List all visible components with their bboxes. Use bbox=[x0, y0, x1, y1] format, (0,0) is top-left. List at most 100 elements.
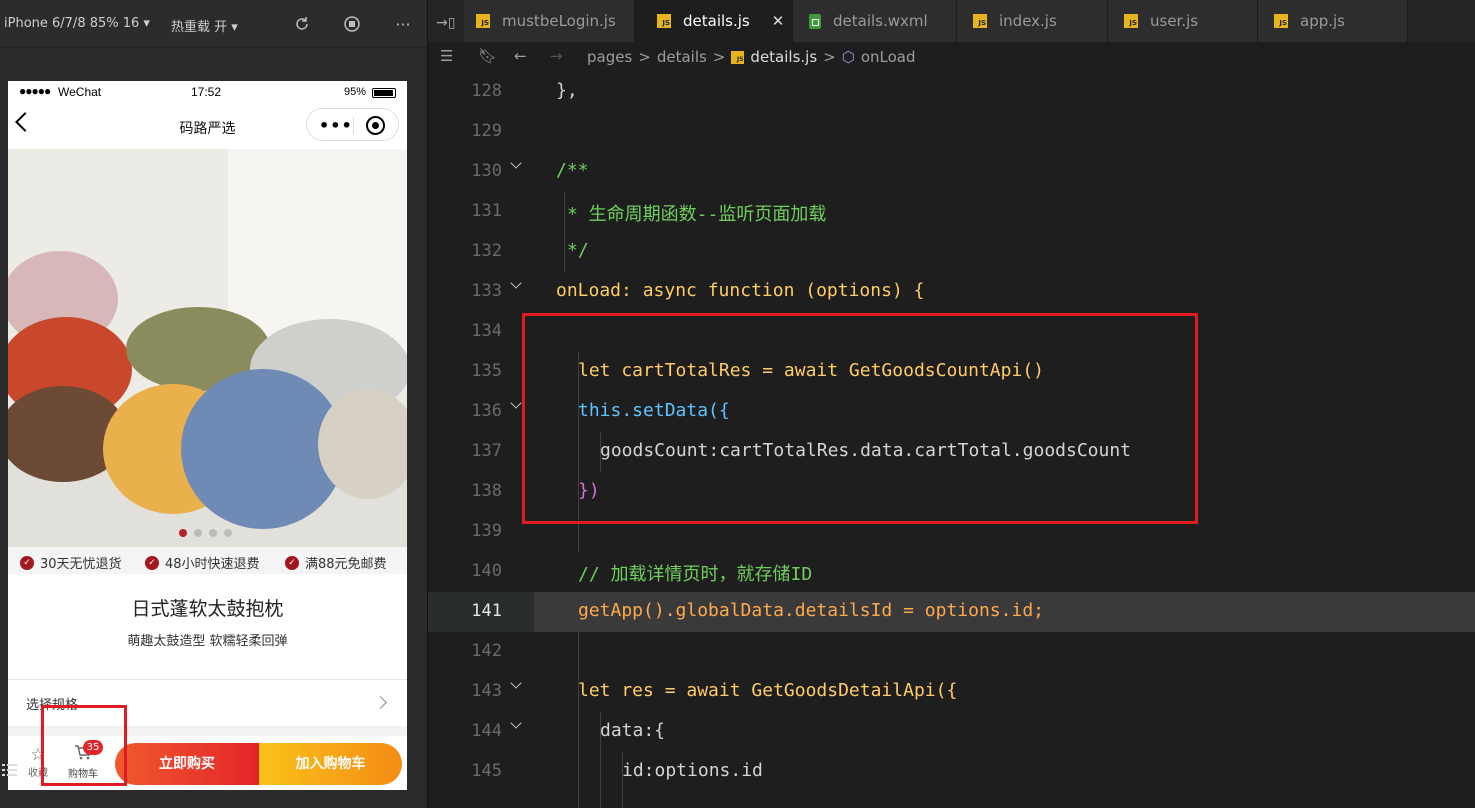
capsule-divider bbox=[353, 117, 354, 134]
fold-chevron-icon[interactable] bbox=[510, 397, 522, 409]
swiper-dot[interactable] bbox=[209, 529, 217, 537]
line-number: 135 bbox=[471, 361, 502, 381]
code-editor: →▯ JS mustbeLogin.js JS details.js ✕ det… bbox=[428, 0, 1475, 808]
tab-mustbelogin[interactable]: JS mustbeLogin.js bbox=[464, 0, 635, 42]
js-file-icon: JS bbox=[476, 14, 490, 28]
tab-label: user.js bbox=[1150, 12, 1199, 30]
service-item: ✓ 48小时快速退费 bbox=[145, 553, 260, 572]
more-icon[interactable]: ··· bbox=[392, 13, 414, 35]
swiper-dot[interactable] bbox=[179, 529, 187, 537]
code-line: 131 * 生命周期函数--监听页面加载 bbox=[428, 192, 1475, 232]
hotreload-toggle[interactable]: 热重载 开 ▾ bbox=[171, 16, 238, 35]
code-line-current: 141 getApp().globalData.detailsId = opti… bbox=[428, 592, 1475, 632]
code-text: onLoad: async function (options) { bbox=[556, 280, 925, 301]
close-tab-icon[interactable]: ✕ bbox=[772, 12, 785, 30]
line-number: 138 bbox=[471, 481, 502, 501]
device-selector[interactable]: iPhone 6/7/8 85% 16 ▾ bbox=[4, 16, 150, 31]
js-file-icon: JS bbox=[657, 14, 671, 28]
phone-screen: ●●●●● WeChat 17:52 95% 码路严选 ••• ✓ 30天无忧退… bbox=[8, 81, 407, 790]
breadcrumb-details[interactable]: details bbox=[657, 48, 707, 66]
service-item: ✓ 30天无忧退货 bbox=[20, 553, 122, 572]
check-circle-icon: ✓ bbox=[285, 555, 299, 570]
mini-program-navbar: 码路严选 ••• bbox=[8, 103, 407, 149]
refresh-icon[interactable] bbox=[291, 13, 313, 35]
fold-chevron-icon[interactable] bbox=[510, 157, 522, 169]
back-arrow-icon[interactable]: ← bbox=[514, 47, 527, 65]
fold-chevron-icon[interactable] bbox=[510, 277, 522, 289]
js-file-icon: JS bbox=[731, 50, 745, 64]
line-number: 140 bbox=[471, 561, 502, 581]
line-number: 136 bbox=[471, 401, 502, 421]
tab-details-wxml[interactable]: details.wxml bbox=[793, 0, 957, 42]
tab-user-js[interactable]: JS user.js bbox=[1108, 0, 1258, 42]
buy-now-button[interactable]: 立即购买 bbox=[115, 743, 259, 785]
product-subtitle: 萌趣太鼓造型 软糯轻柔回弹 bbox=[127, 634, 288, 649]
code-text: /** bbox=[556, 160, 589, 181]
cushion-photo bbox=[8, 149, 407, 547]
tab-label: index.js bbox=[999, 12, 1057, 30]
phone-status-bar: ●●●●● WeChat 17:52 95% bbox=[8, 81, 407, 103]
code-line: 129 bbox=[428, 112, 1475, 152]
bookmark-icon[interactable]: 🔖︎ bbox=[478, 47, 497, 65]
list-icon[interactable]: ☰ bbox=[440, 47, 453, 65]
line-number: 139 bbox=[471, 521, 502, 541]
swiper-indicator bbox=[179, 529, 232, 537]
breadcrumb-file[interactable]: JS details.js bbox=[731, 48, 817, 66]
tab-index-js[interactable]: JS index.js bbox=[957, 0, 1108, 42]
swiper-dot[interactable] bbox=[194, 529, 202, 537]
add-to-cart-button[interactable]: 加入购物车 bbox=[259, 743, 402, 785]
line-number: 131 bbox=[471, 201, 502, 221]
code-text: getApp().globalData.detailsId = options.… bbox=[578, 600, 1044, 621]
breadcrumb-separator: > bbox=[823, 48, 836, 66]
code-text: * 生命周期函数--监听页面加载 bbox=[567, 204, 827, 225]
outline-list-icon[interactable] bbox=[0, 760, 24, 790]
capsule-menu: ••• bbox=[306, 108, 399, 141]
service-label: 48小时快速退费 bbox=[165, 557, 260, 572]
code-text: // 加载详情页时，就存储ID bbox=[578, 564, 813, 585]
tab-label: details.js bbox=[683, 12, 750, 30]
tab-details-js[interactable]: JS details.js ✕ bbox=[635, 0, 793, 42]
close-miniprogram-icon[interactable] bbox=[366, 116, 385, 135]
battery-percent: 95% bbox=[344, 86, 367, 98]
line-number: 144 bbox=[471, 721, 502, 741]
service-label: 30天无忧退货 bbox=[40, 557, 122, 572]
swiper-dot[interactable] bbox=[224, 529, 232, 537]
line-number: 142 bbox=[471, 641, 502, 661]
breadcrumb: ☰ 🔖︎ ← → pages > details > JS details.js… bbox=[428, 42, 1475, 72]
line-number: 143 bbox=[471, 681, 502, 701]
breadcrumb-pages[interactable]: pages bbox=[587, 48, 632, 66]
js-file-icon: JS bbox=[973, 14, 987, 28]
battery-icon bbox=[372, 88, 396, 98]
breadcrumb-separator: > bbox=[638, 48, 651, 66]
fold-chevron-icon[interactable] bbox=[510, 717, 522, 729]
code-line: 145 id:options.id bbox=[428, 752, 1475, 792]
code-line: 128 }, bbox=[428, 72, 1475, 112]
breadcrumb-symbol[interactable]: ⬡ onLoad bbox=[842, 48, 916, 66]
breadcrumb-separator: > bbox=[712, 48, 726, 66]
line-number: 129 bbox=[471, 121, 502, 141]
code-line: 140 // 加载详情页时，就存储ID bbox=[428, 552, 1475, 592]
line-number: 128 bbox=[471, 81, 502, 101]
carrier-label: WeChat bbox=[58, 85, 102, 99]
product-image-swiper[interactable] bbox=[8, 149, 407, 547]
wxml-file-icon bbox=[809, 13, 821, 29]
breadcrumb-symbol-label: onLoad bbox=[860, 48, 916, 66]
service-label: 满88元免邮费 bbox=[305, 557, 387, 572]
tab-app-js[interactable]: JS app.js bbox=[1258, 0, 1408, 42]
breadcrumb-file-label: details.js bbox=[750, 48, 818, 66]
stop-icon[interactable] bbox=[341, 13, 363, 35]
editor-tab-bar: →▯ JS mustbeLogin.js JS details.js ✕ det… bbox=[428, 0, 1475, 42]
check-circle-icon: ✓ bbox=[20, 555, 34, 570]
cart-annotation-box bbox=[41, 705, 127, 786]
more-menu-icon[interactable]: ••• bbox=[319, 116, 353, 135]
forward-arrow-icon[interactable]: → bbox=[550, 47, 563, 65]
code-text: }, bbox=[556, 80, 578, 101]
tab-label: details.wxml bbox=[833, 12, 928, 30]
breadcrumb-path: pages > details > JS details.js > ⬡ onLo… bbox=[587, 48, 916, 66]
fold-chevron-icon[interactable] bbox=[510, 677, 522, 689]
code-line: 143 let res = await GetGoodsDetailApi({ bbox=[428, 672, 1475, 712]
method-cube-icon: ⬡ bbox=[841, 48, 855, 66]
code-line: 144 data:{ bbox=[428, 712, 1475, 752]
service-guarantee-bar: ✓ 30天无忧退货 ✓ 48小时快速退费 ✓ 满88元免邮费 bbox=[8, 547, 407, 574]
split-editor-icon[interactable]: →▯ bbox=[436, 15, 455, 31]
